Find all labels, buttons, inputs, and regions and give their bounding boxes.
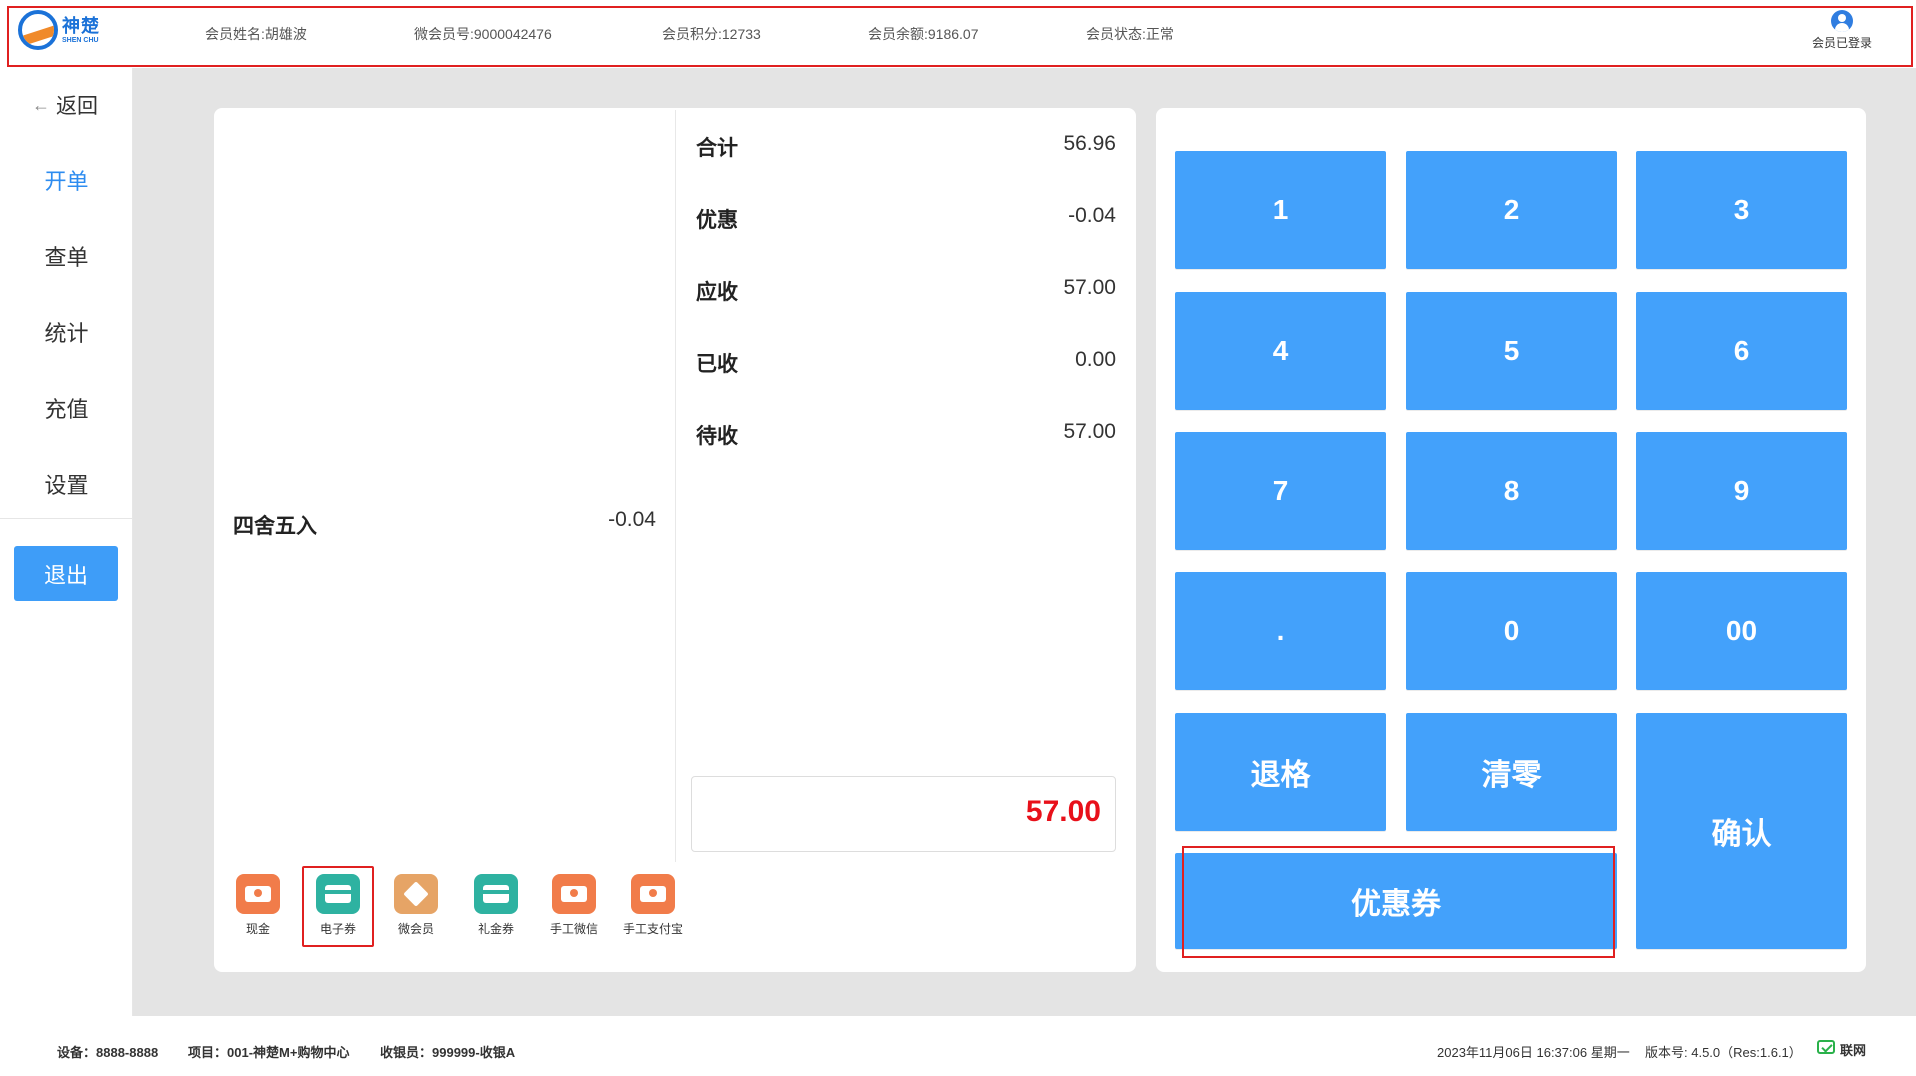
pay-method-label: 手工支付宝 xyxy=(623,922,684,936)
pay-method-cash[interactable]: 现金 xyxy=(228,874,288,937)
arrow-left-icon: ← xyxy=(32,94,50,115)
member-balance: 会员余额:9186.07 xyxy=(868,26,979,42)
sidebar-item-recharge[interactable]: 充值 xyxy=(0,392,133,424)
total-value: 56.96 xyxy=(1063,132,1116,155)
amount-input-value: 57.00 xyxy=(1025,795,1101,828)
pay-method-micro-member[interactable]: 微会员 xyxy=(386,874,446,937)
cash-icon xyxy=(631,874,675,914)
sidebar-divider xyxy=(0,518,133,519)
datetime: 2023年11月06日 16:37:06 星期一 xyxy=(1437,1045,1630,1060)
pay-method-label: 微会员 xyxy=(397,922,434,936)
key-dot[interactable]: . xyxy=(1175,572,1386,690)
cashier-info: 收银员：999999-收银A xyxy=(380,1045,516,1060)
key-00[interactable]: 00 xyxy=(1636,572,1847,690)
logo-icon xyxy=(18,10,58,50)
backspace-button[interactable]: 退格 xyxy=(1175,713,1386,831)
network-status: 联网 xyxy=(1840,1043,1867,1058)
rounding-value: -0.04 xyxy=(608,508,656,531)
panel-divider xyxy=(675,110,676,862)
logout-button[interactable]: 退出 xyxy=(14,546,118,601)
member-login-status[interactable]: 会员已登录 xyxy=(1812,10,1872,51)
sidebar: ← 返回 开单 查单 统计 充值 设置 退出 xyxy=(0,68,133,1016)
key-0[interactable]: 0 xyxy=(1406,572,1617,690)
key-1[interactable]: 1 xyxy=(1175,151,1386,269)
login-status-label: 会员已登录 xyxy=(1811,36,1872,50)
clear-button[interactable]: 清零 xyxy=(1406,713,1617,831)
pay-method-label: 现金 xyxy=(245,922,270,936)
pay-method-manual-alipay[interactable]: 手工支付宝 xyxy=(623,874,683,937)
diamond-icon xyxy=(394,874,438,914)
key-9[interactable]: 9 xyxy=(1636,432,1847,550)
total-label: 合计 xyxy=(696,137,738,160)
rounding-label: 四舍五入 xyxy=(233,515,317,538)
amount-input[interactable]: 57.00 xyxy=(691,776,1116,852)
logo-text-cn: 神楚 xyxy=(62,15,100,36)
project-info: 项目：001-神楚M+购物中心 xyxy=(188,1045,350,1060)
key-3[interactable]: 3 xyxy=(1636,151,1847,269)
key-5[interactable]: 5 xyxy=(1406,292,1617,410)
ecoupon-highlight-frame xyxy=(302,866,374,947)
member-info-bar: 神楚 SHEN CHU 会员姓名:胡雄波 微会员号:9000042476 会员积… xyxy=(0,0,1916,68)
status-bar: 设备：8888-8888 项目：001-神楚M+购物中心 收银员：999999-… xyxy=(0,1016,1916,1076)
cash-icon xyxy=(552,874,596,914)
user-icon xyxy=(1830,10,1853,32)
key-2[interactable]: 2 xyxy=(1406,151,1617,269)
coupon-button[interactable]: 优惠券 xyxy=(1175,853,1617,949)
received-value: 0.00 xyxy=(1075,348,1116,371)
member-number: 微会员号:9000042476 xyxy=(414,26,552,42)
pay-method-label: 礼金券 xyxy=(477,922,514,936)
key-4[interactable]: 4 xyxy=(1175,292,1386,410)
receivable-label: 应收 xyxy=(696,281,738,304)
back-label: 返回 xyxy=(56,95,98,118)
member-points: 会员积分:12733 xyxy=(662,26,761,42)
pay-method-manual-wechat[interactable]: 手工微信 xyxy=(544,874,604,937)
receivable-value: 57.00 xyxy=(1063,276,1116,299)
logo: 神楚 SHEN CHU xyxy=(18,10,100,50)
pending-value: 57.00 xyxy=(1063,420,1116,443)
key-7[interactable]: 7 xyxy=(1175,432,1386,550)
key-6[interactable]: 6 xyxy=(1636,292,1847,410)
discount-value: -0.04 xyxy=(1068,204,1116,227)
sidebar-item-query-order[interactable]: 查单 xyxy=(0,240,133,272)
received-label: 已收 xyxy=(696,353,738,376)
device-info: 设备：8888-8888 xyxy=(57,1045,159,1060)
key-8[interactable]: 8 xyxy=(1406,432,1617,550)
sidebar-item-statistics[interactable]: 统计 xyxy=(0,316,133,348)
discount-label: 优惠 xyxy=(696,209,738,232)
logo-text-en: SHEN CHU xyxy=(62,36,99,44)
cash-icon xyxy=(236,874,280,914)
pay-method-gift-voucher[interactable]: 礼金券 xyxy=(466,874,526,937)
pending-label: 待收 xyxy=(696,425,738,448)
member-name: 会员姓名:胡雄波 xyxy=(205,26,307,42)
sidebar-item-open-order[interactable]: 开单 xyxy=(0,164,133,196)
confirm-button[interactable]: 确认 xyxy=(1636,713,1847,949)
back-button[interactable]: ← 返回 xyxy=(32,90,98,120)
version-info: 版本号: 4.5.0（Res:1.6.1） xyxy=(1645,1045,1802,1060)
pay-method-label: 手工微信 xyxy=(549,922,598,936)
network-icon xyxy=(1817,1040,1835,1054)
sidebar-item-settings[interactable]: 设置 xyxy=(0,468,133,500)
member-status: 会员状态:正常 xyxy=(1086,26,1174,42)
card-icon xyxy=(474,874,518,914)
